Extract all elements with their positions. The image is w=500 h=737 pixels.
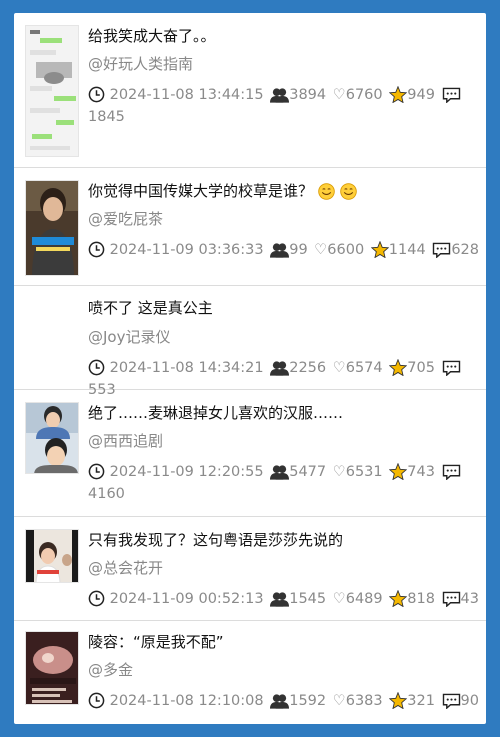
video-title[interactable]: 只有我发现了？这句粤语是莎莎先说的 (88, 529, 478, 551)
video-title-text: 你觉得中国传媒大学的校草是谁？ (88, 182, 314, 200)
video-thumbnail[interactable] (25, 25, 79, 157)
video-stats: 2024-11-09 12:20:55 5477 ♡6531 743 4160 (88, 461, 480, 505)
video-thumbnail[interactable] (25, 631, 79, 705)
video-author[interactable]: @爱吃屁茶 (88, 208, 163, 230)
star-icon (389, 691, 408, 710)
video-title[interactable]: 绝了……麦琳退掉女儿喜欢的汉服…… (88, 402, 478, 424)
video-stats: 2024-11-09 00:52:13 1545 ♡6489 818 43 (88, 588, 480, 610)
clock-icon (88, 692, 105, 709)
list-item[interactable]: 你觉得中国传媒大学的校草是谁？ @爱吃屁茶 2024-11-09 03:36:3… (14, 168, 486, 286)
play-count: 5477 (289, 464, 327, 480)
video-thumbnail[interactable] (25, 180, 79, 276)
users-icon (270, 88, 290, 103)
publish-time: 2024-11-08 13:44:15 (109, 87, 264, 103)
video-title[interactable]: 你觉得中国传媒大学的校草是谁？ (88, 180, 478, 202)
video-author[interactable]: @西西追剧 (88, 430, 163, 452)
publish-time: 2024-11-08 14:34:21 (109, 360, 264, 376)
users-icon (270, 465, 290, 480)
video-thumbnail[interactable] (25, 402, 79, 474)
comment-icon (442, 464, 460, 481)
publish-time: 2024-11-09 03:36:33 (109, 242, 264, 258)
like-count: ♡6383 (332, 693, 383, 709)
publish-time: 2024-11-09 00:52:13 (109, 591, 264, 607)
favorite-count: 1144 (388, 242, 426, 258)
list-item[interactable]: 喷不了 这是真公主 @Joy记录仪 2024-11-08 14:34:21 22… (14, 286, 486, 398)
comment-count: 43 (460, 591, 479, 607)
list-item[interactable]: 陵容：“原是我不配” @多金 2024-11-08 12:10:08 1592 … (14, 621, 486, 724)
video-stats: 2024-11-09 03:36:33 99 ♡6600 1144 628 (88, 239, 480, 261)
publish-time: 2024-11-08 12:10:08 (109, 693, 264, 709)
comment-count: 90 (460, 693, 479, 709)
list-item[interactable]: 绝了……麦琳退掉女儿喜欢的汉服…… @西西追剧 2024-11-09 12:20… (14, 390, 486, 517)
list-item[interactable]: 给我笑成大奋了。。 @好玩人类指南 2024-11-08 13:44:15 38… (14, 13, 486, 168)
favorite-count: 321 (407, 693, 435, 709)
video-author[interactable]: @总会花开 (88, 557, 163, 579)
star-icon (389, 85, 408, 104)
like-count: ♡6574 (332, 360, 383, 376)
video-thumbnail[interactable] (25, 529, 79, 583)
play-count: 1592 (289, 693, 327, 709)
clock-icon (88, 241, 105, 258)
video-list-panel: 给我笑成大奋了。。 @好玩人类指南 2024-11-08 13:44:15 38… (14, 13, 486, 724)
comment-icon (433, 242, 451, 259)
smile-emoji-icon (318, 183, 335, 200)
video-title[interactable]: 喷不了 这是真公主 (88, 297, 478, 319)
clock-icon (88, 463, 105, 480)
favorite-count: 818 (407, 591, 435, 607)
users-icon (270, 694, 290, 709)
clock-icon (88, 590, 105, 607)
comment-icon (442, 693, 460, 710)
video-title[interactable]: 给我笑成大奋了。。 (88, 25, 478, 47)
star-icon (370, 240, 389, 259)
like-count: ♡6600 (314, 242, 365, 258)
play-count: 3894 (289, 87, 327, 103)
clock-icon (88, 86, 105, 103)
play-count: 1545 (289, 591, 327, 607)
star-icon (389, 589, 408, 608)
comment-count: 1845 (88, 109, 125, 125)
users-icon (270, 361, 290, 376)
favorite-count: 949 (407, 87, 435, 103)
comment-count: 628 (451, 242, 479, 258)
video-title[interactable]: 陵容：“原是我不配” (88, 631, 478, 653)
like-count: ♡6531 (332, 464, 383, 480)
users-icon (270, 243, 290, 258)
clock-icon (88, 359, 105, 376)
video-author[interactable]: @多金 (88, 659, 133, 681)
video-stats: 2024-11-08 12:10:08 1592 ♡6383 321 90 (88, 690, 480, 712)
favorite-count: 743 (407, 464, 435, 480)
smile-emoji-icon (339, 183, 357, 200)
publish-time: 2024-11-09 12:20:55 (109, 464, 264, 480)
comment-icon (442, 591, 460, 608)
list-item[interactable]: 只有我发现了？这句粤语是莎莎先说的 @总会花开 2024-11-09 00:52… (14, 517, 486, 621)
play-count: 99 (289, 242, 308, 258)
video-author[interactable]: @Joy记录仪 (88, 326, 170, 348)
comment-icon (442, 360, 460, 377)
star-icon (389, 462, 408, 481)
favorite-count: 705 (407, 360, 435, 376)
like-count: ♡6760 (332, 87, 383, 103)
comment-icon (442, 87, 460, 104)
comment-count: 4160 (88, 486, 125, 502)
star-icon (389, 358, 408, 377)
video-author[interactable]: @好玩人类指南 (88, 53, 193, 75)
users-icon (270, 592, 290, 607)
like-count: ♡6489 (332, 591, 383, 607)
play-count: 2256 (289, 360, 327, 376)
video-stats: 2024-11-08 13:44:15 3894 ♡6760 949 1845 (88, 84, 480, 128)
